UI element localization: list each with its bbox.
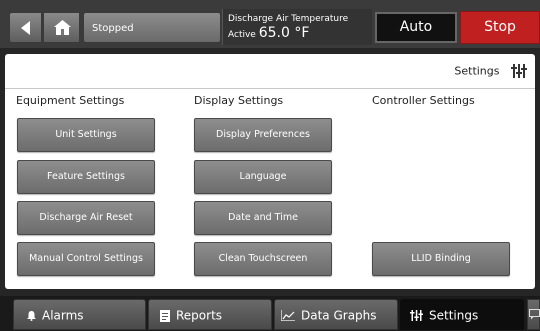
chat-icon [529,309,540,320]
equipment-settings-heading: Equipment Settings [16,94,125,107]
home-icon [54,20,71,35]
nav-alarms[interactable]: Alarms [13,299,146,330]
screen: Stopped Discharge Air Temperature Active… [0,0,540,331]
document-icon [160,309,170,322]
display-preferences-button[interactable]: Display Preferences [194,118,332,152]
stop-button[interactable]: Stop [460,11,540,44]
manual-control-settings-button[interactable]: Manual Control Settings [17,242,155,276]
feature-settings-button[interactable]: Feature Settings [17,160,155,194]
clean-touchscreen-button[interactable]: Clean Touchscreen [194,242,332,276]
panel-title: Settings [454,64,500,78]
auto-button[interactable]: Auto [375,12,457,43]
nav-reports[interactable]: Reports [148,299,272,330]
line-graph-icon [281,310,295,321]
nav-settings[interactable]: Settings [400,299,524,330]
reading-prefix: Active [228,30,256,40]
sliders-icon [410,310,423,321]
settings-panel: Settings Equipment Settings Unit Setting… [5,54,535,289]
discharge-air-reset-button[interactable]: Discharge Air Reset [17,201,155,235]
top-bar: Stopped Discharge Air Temperature Active… [0,0,540,48]
reading-value-line: Active 65.0 °F [228,25,372,43]
date-and-time-button[interactable]: Date and Time [194,201,332,235]
reading-label: Discharge Air Temperature [228,14,349,24]
language-button[interactable]: Language [194,160,332,194]
nav-settings-label: Settings [429,308,479,323]
reading-value: 65.0 °F [258,25,310,41]
sliders-icon [511,64,527,78]
nav-data-graphs-label: Data Graphs [301,308,377,323]
discharge-air-reading[interactable]: Discharge Air Temperature Active 65.0 °F [222,9,372,45]
bell-icon [27,310,36,321]
nav-data-graphs[interactable]: Data Graphs [274,299,398,330]
llid-binding-button[interactable]: LLID Binding [372,242,510,276]
display-settings-heading: Display Settings [194,94,284,107]
nav-reports-label: Reports [176,308,223,323]
nav-alarms-label: Alarms [42,308,84,323]
home-button[interactable] [43,12,80,43]
panel-header: Settings [454,64,527,82]
bottom-nav: Alarms Reports Data Graphs Settings [0,296,540,331]
unit-settings-button[interactable]: Unit Settings [17,118,155,152]
unit-status[interactable]: Stopped [83,12,221,43]
chat-tab[interactable] [527,299,540,330]
back-button[interactable] [9,12,42,43]
controller-settings-heading: Controller Settings [372,94,475,107]
panel-divider [5,88,535,89]
back-arrow-icon [21,21,30,35]
